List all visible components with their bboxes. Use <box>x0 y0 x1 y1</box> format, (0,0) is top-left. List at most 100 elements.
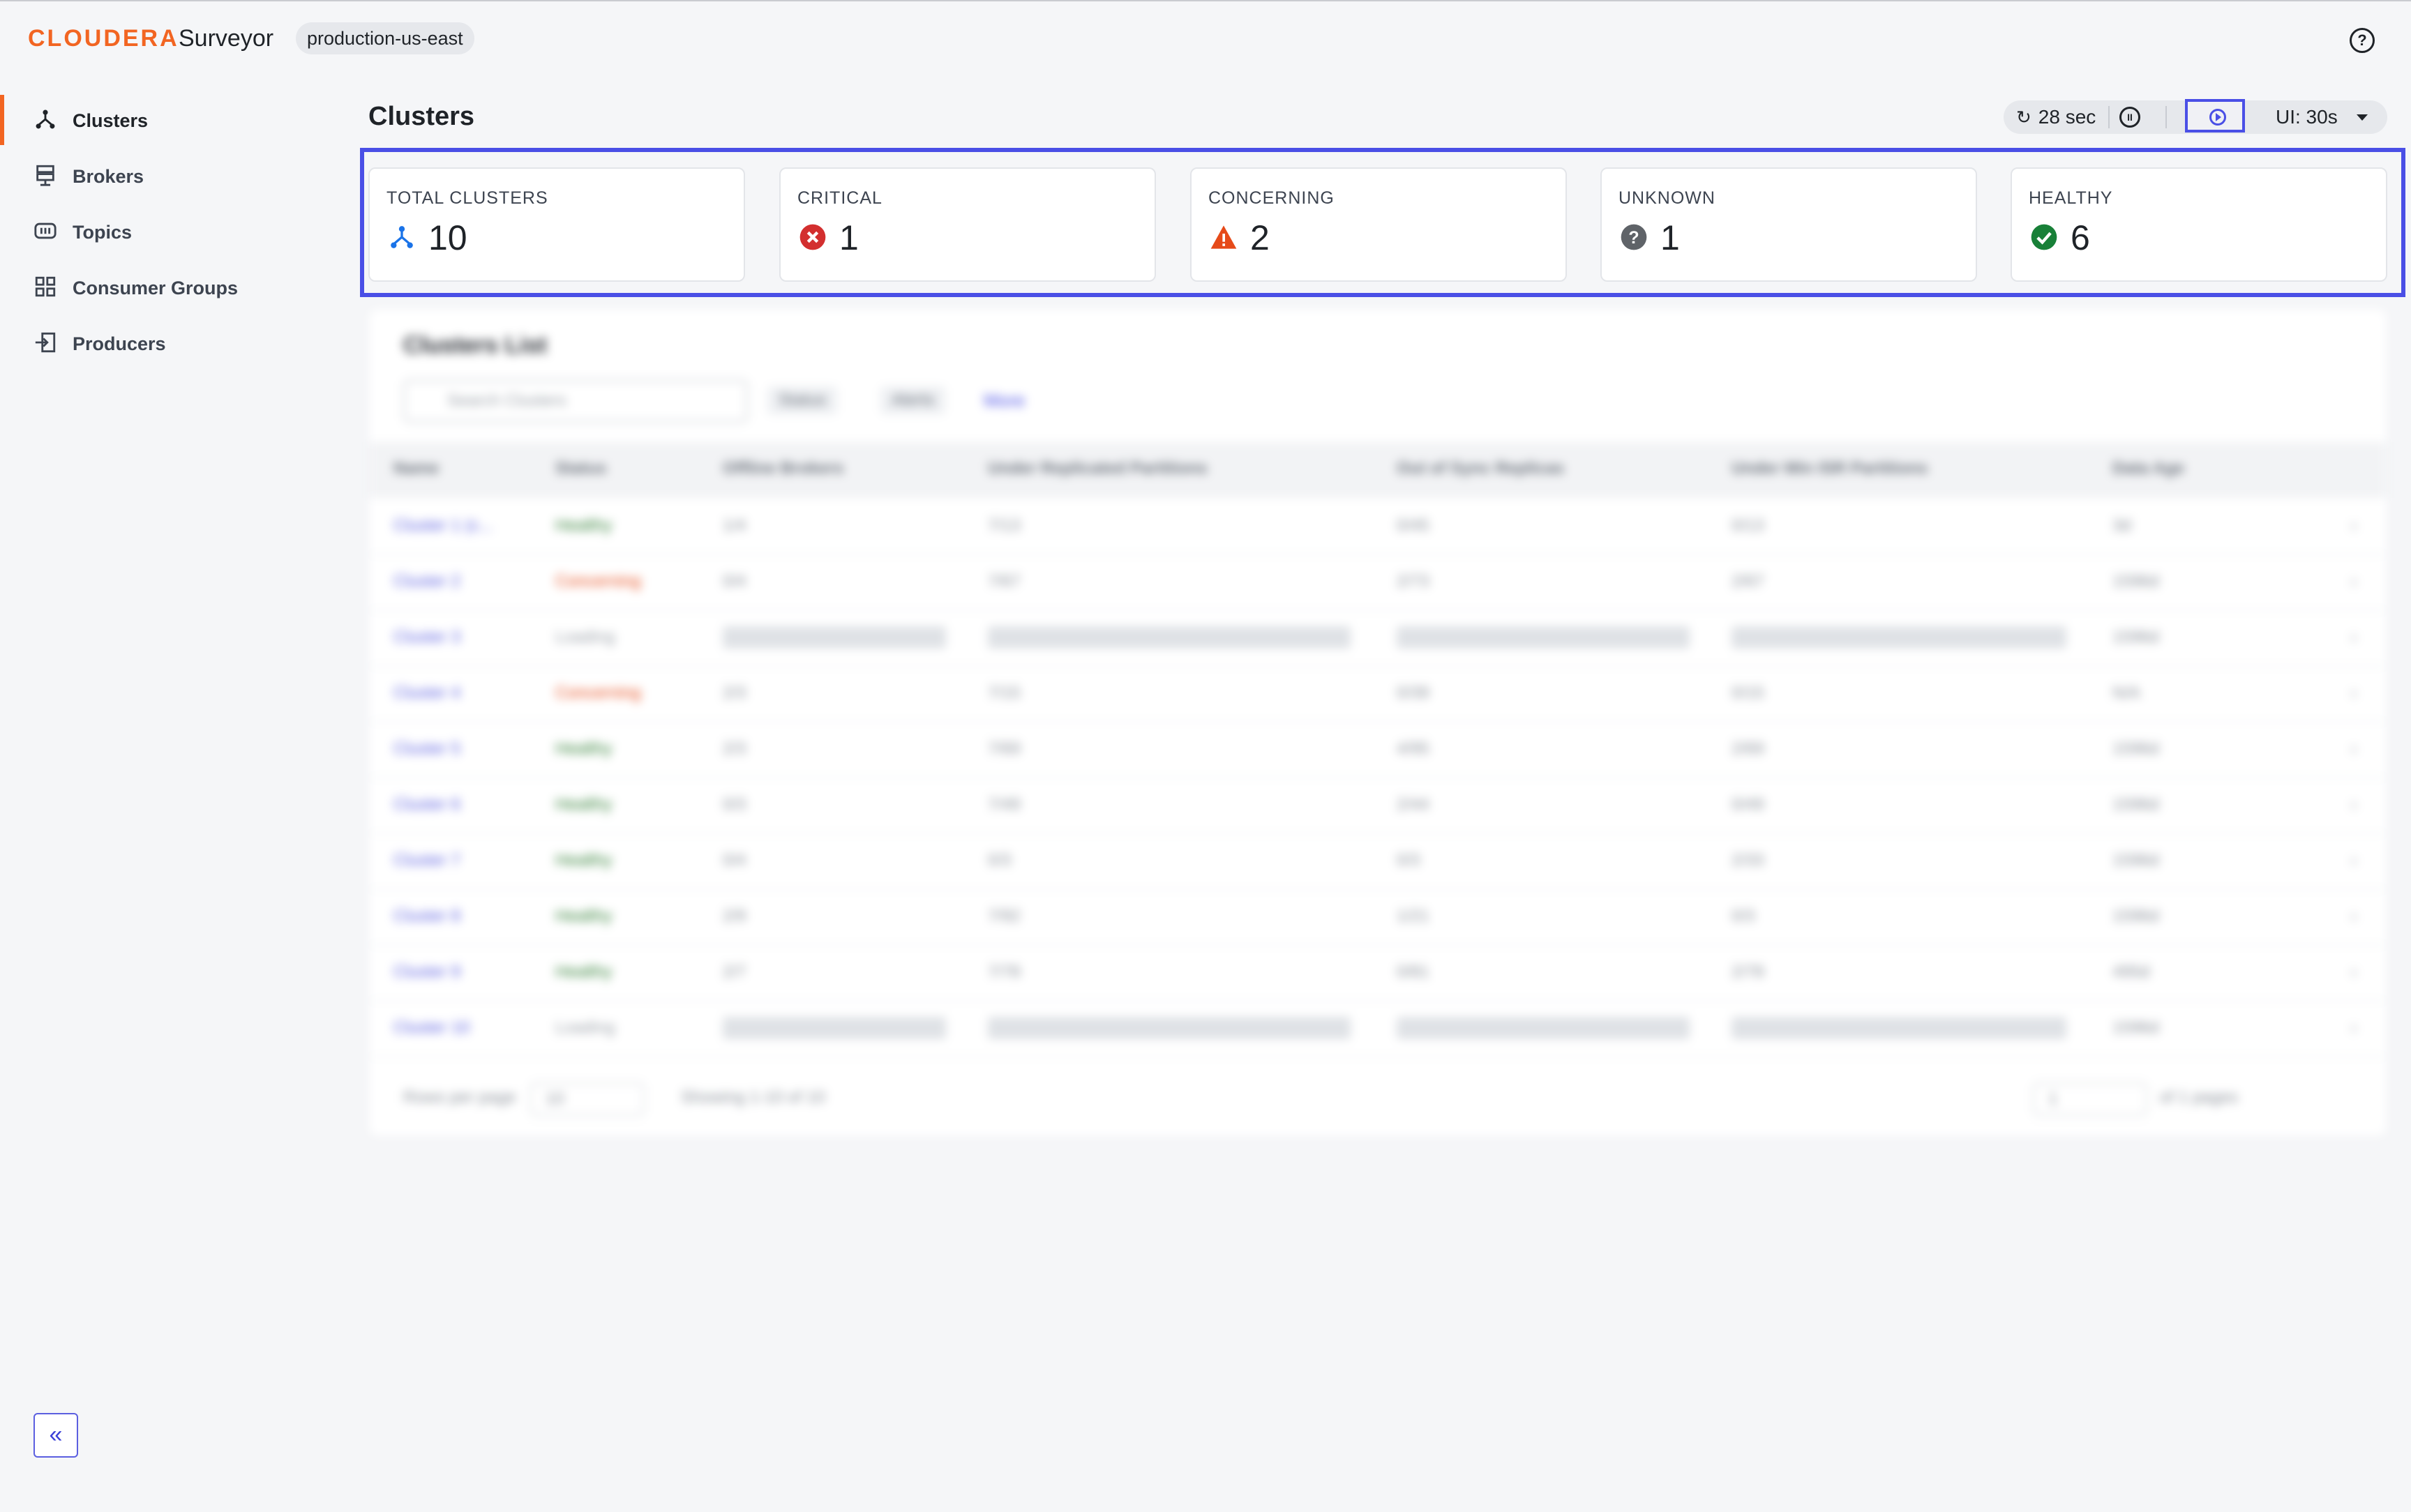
play-button[interactable] <box>2185 99 2245 133</box>
table-row[interactable]: Cluster 1 (c... Healthy 1/4 7/13 0/45 0/13 3d › <box>370 498 2386 555</box>
summary-card-total[interactable]: TOTAL CLUSTERS 10 <box>368 167 745 282</box>
loading-placeholder <box>988 1017 1351 1039</box>
status-filter[interactable]: Status <box>767 386 838 414</box>
environment-badge[interactable]: production-us-east <box>296 22 474 54</box>
status-badge: Healthy <box>555 851 613 870</box>
cluster-name-link[interactable]: Cluster 6 <box>393 795 460 815</box>
search-input[interactable]: Search Clusters <box>403 379 748 423</box>
table-cell: 2/3 <box>723 739 746 758</box>
table-cell: N/A <box>2112 683 2141 702</box>
cluster-name-link[interactable]: Cluster 4 <box>393 683 460 703</box>
row-chevron-icon[interactable]: › <box>2351 628 2357 647</box>
alerts-filter[interactable]: Alerts <box>880 386 946 414</box>
column-header[interactable]: Data Age <box>2112 459 2184 478</box>
refresh-icon: ↻ <box>2016 107 2031 128</box>
cluster-name-link[interactable]: Cluster 7 <box>393 851 460 870</box>
cluster-name-link[interactable]: Cluster 9 <box>393 962 460 982</box>
cluster-name-link[interactable]: Cluster 1 (c... <box>393 516 493 536</box>
cluster-name-link[interactable]: Cluster 3 <box>393 628 460 647</box>
table-cell: 495d <box>2112 962 2150 981</box>
status-badge: Healthy <box>555 516 613 535</box>
table-cell: 0/3 <box>1732 907 1755 925</box>
refresh-button[interactable]: ↻ 28 sec <box>2016 100 2096 134</box>
consumer-groups-icon <box>35 276 56 297</box>
card-value: 6 <box>2071 218 2090 257</box>
table-row[interactable]: Cluster 10 Loading 1596d › <box>370 1000 2386 1057</box>
summary-card-critical[interactable]: CRITICAL 1 <box>779 167 1156 282</box>
rows-per-page-select[interactable]: 10 <box>530 1082 645 1116</box>
help-icon[interactable]: ? <box>2350 28 2375 53</box>
column-header[interactable]: Under Min ISR Partitions <box>1732 459 1928 478</box>
pagination: Rows per page 10 Showing 1-10 of 10 1 of… <box>370 1077 2386 1119</box>
table-cell: 2/9 <box>723 907 746 925</box>
card-label: CRITICAL <box>797 188 882 208</box>
card-label: CONCERNING <box>1208 188 1335 208</box>
status-badge: Concerning <box>555 572 641 591</box>
row-chevron-icon[interactable]: › <box>2351 1018 2357 1038</box>
column-header[interactable]: Status <box>555 459 606 478</box>
table-row[interactable]: Cluster 3 Loading 1596d › <box>370 610 2386 667</box>
sidebar-item-label: Clusters <box>73 110 149 131</box>
table-cell: 0/49 <box>1732 795 1764 814</box>
cluster-name-link[interactable]: Cluster 10 <box>393 1018 470 1038</box>
column-header[interactable]: Name <box>393 459 439 478</box>
summary-card-healthy[interactable]: HEALTHY 6 <box>2011 167 2387 282</box>
row-chevron-icon[interactable]: › <box>2351 851 2357 870</box>
row-chevron-icon[interactable]: › <box>2351 739 2357 759</box>
cluster-name-link[interactable]: Cluster 5 <box>393 739 460 759</box>
row-chevron-icon[interactable]: › <box>2351 683 2357 703</box>
column-header[interactable]: Under Replicated Partitions <box>988 459 1208 478</box>
table-cell: 0/45 <box>1397 516 1429 535</box>
row-chevron-icon[interactable]: › <box>2351 572 2357 591</box>
loading-placeholder <box>1397 1017 1690 1039</box>
table-row[interactable]: Cluster 7 Healthy 0/4 0/3 0/3 2/33 1596d › <box>370 833 2386 890</box>
summary-card-concerning[interactable]: CONCERNING 2 <box>1190 167 1567 282</box>
warning-icon <box>1210 225 1237 249</box>
status-badge: Healthy <box>555 795 613 814</box>
sidebar-item-consumer-groups[interactable]: Consumer Groups <box>0 259 321 315</box>
table-cell: 2/44 <box>1397 795 1429 814</box>
row-chevron-icon[interactable]: › <box>2351 795 2357 815</box>
card-label: HEALTHY <box>2029 188 2113 208</box>
row-chevron-icon[interactable]: › <box>2351 907 2357 926</box>
toolbar-divider <box>2165 106 2167 128</box>
table-cell: 1596d <box>2112 739 2159 758</box>
table-row[interactable]: Cluster 4 Concerning 2/3 7/15 0/39 0/15 N/A › <box>370 665 2386 723</box>
chevron-down-icon[interactable] <box>2357 114 2368 121</box>
loading-placeholder <box>1732 1017 2066 1039</box>
status-badge: Loading <box>555 1018 615 1037</box>
table-row[interactable]: Cluster 9 Healthy 2/7 7/78 0/81 2/78 495d › <box>370 944 2386 1001</box>
table-row[interactable]: Cluster 6 Healthy 0/3 7/49 2/44 0/49 1596d › <box>370 777 2386 834</box>
app-header: CLOUDERA Surveyor production-us-east ? <box>0 1 2411 77</box>
status-badge: Loading <box>555 628 615 647</box>
more-filters-link[interactable]: More <box>984 386 1025 414</box>
page-select[interactable]: 1 <box>2033 1082 2147 1116</box>
table-cell: 2/69 <box>1732 739 1764 758</box>
sidebar-item-brokers[interactable]: Brokers <box>0 148 321 204</box>
clusters-list-panel: Clusters List Search Clusters Status Ale… <box>370 310 2386 1135</box>
pause-icon[interactable]: II <box>2119 107 2140 128</box>
table-cell: 1596d <box>2112 572 2159 591</box>
table-row[interactable]: Cluster 5 Healthy 2/3 7/69 4/95 2/69 1596d › <box>370 721 2386 778</box>
column-header[interactable]: Offline Brokers <box>723 459 843 478</box>
sidebar-item-topics[interactable]: Topics <box>0 204 321 259</box>
summary-card-unknown[interactable]: UNKNOWN ? 1 <box>1600 167 1977 282</box>
row-chevron-icon[interactable]: › <box>2351 962 2357 982</box>
table-row[interactable]: Cluster 8 Healthy 2/9 7/92 1/21 0/3 1596d › <box>370 889 2386 946</box>
table-row[interactable]: Cluster 2 Concerning 0/4 7/67 2/73 2/67 1596d › <box>370 554 2386 611</box>
column-header[interactable]: Out of Sync Replicas <box>1397 459 1564 478</box>
table-cell: 0/81 <box>1397 962 1429 981</box>
cluster-name-link[interactable]: Cluster 8 <box>393 907 460 926</box>
card-label: TOTAL CLUSTERS <box>386 188 548 208</box>
table-cell: 7/69 <box>988 739 1021 758</box>
card-label: UNKNOWN <box>1618 188 1715 208</box>
cluster-name-link[interactable]: Cluster 2 <box>393 572 460 591</box>
refresh-toolbar: ↻ 28 sec II UI: 30s <box>2004 99 2387 134</box>
collapse-sidebar-button[interactable]: « <box>33 1413 78 1458</box>
ui-interval-dropdown[interactable]: UI: 30s <box>2276 100 2338 134</box>
sidebar-item-clusters[interactable]: Clusters <box>0 92 321 148</box>
product-name: Surveyor <box>179 25 274 52</box>
sidebar-item-producers[interactable]: Producers <box>0 315 321 371</box>
svg-text:?: ? <box>1628 228 1639 248</box>
row-chevron-icon[interactable]: › <box>2351 516 2357 536</box>
